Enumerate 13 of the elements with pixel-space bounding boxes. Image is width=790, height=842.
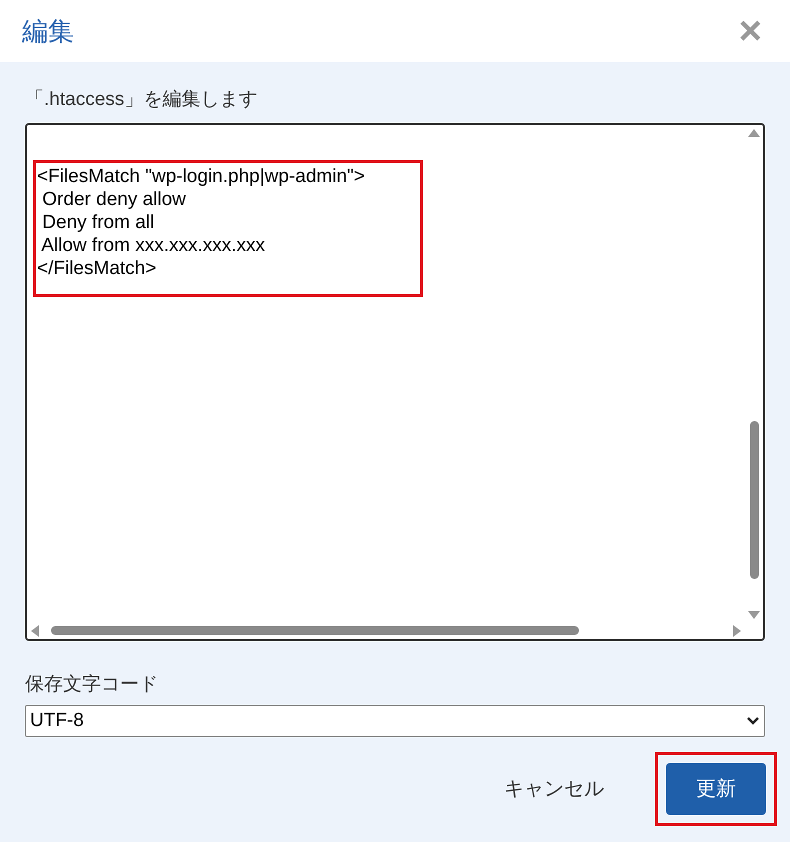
- code-line: <FilesMatch "wp-login.php|wp-admin">: [37, 164, 366, 188]
- code-line: Deny from all: [41, 210, 156, 234]
- code-line: Allow from xxx.xxx.xxx.xxx: [40, 234, 266, 256]
- cancel-button[interactable]: キャンセル: [488, 763, 620, 815]
- update-button[interactable]: 更新: [666, 763, 766, 815]
- dialog-title: 編集: [22, 14, 74, 48]
- chevron-down-icon: [746, 716, 760, 726]
- code-line: Order deny allow: [41, 188, 187, 210]
- encoding-label: 保存文字コード: [25, 672, 159, 696]
- code-editor[interactable]: <FilesMatch "wp-login.php|wp-admin"> Order deny allow Deny from all Allow from xxx.xxx.xxx.xxx </FilesMatch>: [25, 122, 765, 640]
- encoding-select[interactable]: UTF-8: [25, 705, 765, 737]
- code-line: </FilesMatch>: [37, 256, 158, 280]
- editor-label: 「.htaccess」を編集します: [25, 88, 258, 112]
